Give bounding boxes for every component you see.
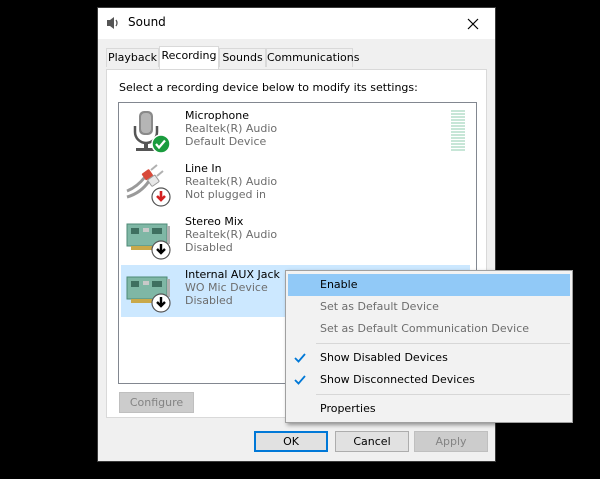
device-status: Disabled xyxy=(185,294,233,307)
device-status: Disabled xyxy=(185,241,233,254)
tab-recording[interactable]: Recording xyxy=(159,46,219,69)
device-info: Microphone Realtek(R) Audio Default Devi… xyxy=(185,109,277,148)
sound-card-icon xyxy=(126,276,171,313)
down-arrow-badge-icon xyxy=(151,293,171,313)
device-driver: Realtek(R) Audio xyxy=(185,175,278,188)
device-name: Microphone xyxy=(185,109,250,122)
device-status: Default Device xyxy=(185,135,267,148)
window-title: Sound xyxy=(128,15,166,29)
device-driver: WO Mic Device xyxy=(185,281,268,294)
menu-item-properties[interactable]: Properties xyxy=(288,398,570,420)
line-in-jack-icon xyxy=(126,164,171,207)
ok-button[interactable]: OK xyxy=(254,431,328,452)
down-arrow-red-badge-icon xyxy=(151,187,171,207)
speaker-icon xyxy=(107,17,118,29)
configure-button[interactable]: Configure xyxy=(119,392,194,413)
menu-item-set-default-communication-device[interactable]: Set as Default Communication Device xyxy=(288,318,570,340)
menu-item-label: Show Disabled Devices xyxy=(320,351,448,364)
menu-item-show-disconnected-devices[interactable]: Show Disconnected Devices xyxy=(288,369,570,391)
list-item-stereo-mix[interactable]: Stereo Mix Realtek(R) Audio Disabled xyxy=(121,212,470,264)
sound-card-icon xyxy=(126,223,171,260)
microphone-icon xyxy=(133,111,171,154)
device-driver: Realtek(R) Audio xyxy=(185,228,278,241)
list-item-microphone[interactable]: Microphone Realtek(R) Audio Default Devi… xyxy=(121,106,470,158)
menu-item-enable[interactable]: Enable xyxy=(288,274,570,296)
instructions-text: Select a recording device below to modif… xyxy=(119,81,418,94)
close-button[interactable] xyxy=(451,8,495,39)
device-name: Internal AUX Jack xyxy=(185,268,280,281)
tab-playback[interactable]: Playback xyxy=(106,48,159,67)
close-icon xyxy=(467,18,479,29)
title-bar[interactable]: Sound xyxy=(98,8,495,39)
device-info: Internal AUX Jack WO Mic Device Disabled xyxy=(185,268,280,307)
menu-separator xyxy=(316,343,570,344)
down-arrow-badge-icon xyxy=(151,240,171,260)
tab-communications[interactable]: Communications xyxy=(266,48,359,67)
context-menu: Enable Set as Default Device Set as Defa… xyxy=(285,270,573,423)
device-name: Stereo Mix xyxy=(185,215,244,228)
device-info: Line In Realtek(R) Audio Not plugged in xyxy=(185,162,277,201)
checkmark-icon xyxy=(294,353,306,363)
cancel-button[interactable]: Cancel xyxy=(335,431,409,452)
device-status: Not plugged in xyxy=(185,188,267,201)
menu-separator xyxy=(316,394,570,395)
menu-item-set-default-device[interactable]: Set as Default Device xyxy=(288,296,570,318)
list-item-line-in[interactable]: Line In Realtek(R) Audio Not plugged in xyxy=(121,159,470,211)
check-badge-icon xyxy=(151,134,171,154)
checkmark-icon xyxy=(294,375,306,385)
device-info: Stereo Mix Realtek(R) Audio Disabled xyxy=(185,215,277,254)
apply-button[interactable]: Apply xyxy=(414,431,488,452)
menu-item-label: Show Disconnected Devices xyxy=(320,373,475,386)
menu-item-show-disabled-devices[interactable]: Show Disabled Devices xyxy=(288,347,570,369)
device-name: Line In xyxy=(185,162,222,175)
tab-sounds[interactable]: Sounds xyxy=(219,48,266,67)
device-driver: Realtek(R) Audio xyxy=(185,122,278,135)
level-meter xyxy=(451,110,465,152)
